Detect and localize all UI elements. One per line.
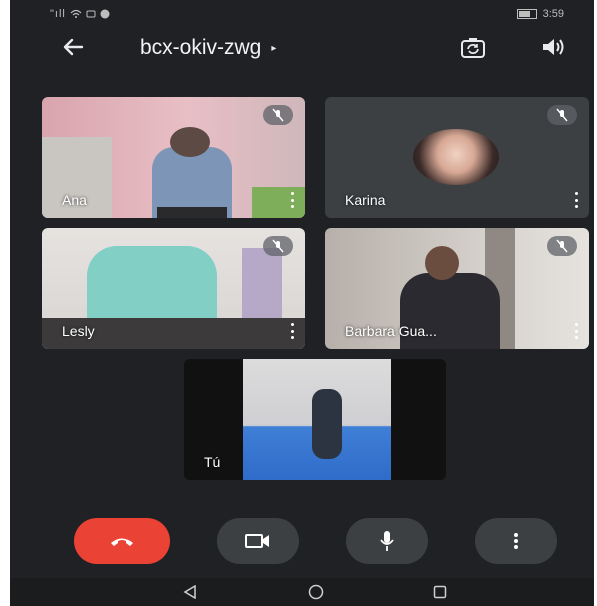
back-triangle-icon xyxy=(183,585,196,599)
mic-off-icon xyxy=(272,108,284,122)
wifi-icon xyxy=(70,9,82,18)
nav-back-button[interactable] xyxy=(180,584,200,600)
recents-square-icon xyxy=(433,585,447,599)
camera-switch-icon xyxy=(461,38,485,58)
status-icons-left: "ıll xyxy=(50,8,110,20)
meeting-code: bcx-okiv-zwg xyxy=(140,36,262,59)
camera-toggle-button[interactable] xyxy=(217,518,299,564)
microphone-toggle-button[interactable] xyxy=(346,518,428,564)
status-time: 3:59 xyxy=(542,8,564,20)
top-app-bar: bcx-okiv-zwg ▸ xyxy=(10,28,594,68)
muted-indicator xyxy=(547,236,577,256)
speaker-button[interactable] xyxy=(538,32,568,62)
mic-off-icon xyxy=(556,239,568,253)
notification-icon xyxy=(86,10,96,18)
avatar-karina xyxy=(413,129,499,185)
back-button[interactable] xyxy=(58,32,88,62)
home-circle-icon xyxy=(308,584,324,600)
arrow-left-icon xyxy=(63,38,84,56)
participant-name: Lesly xyxy=(62,323,95,339)
curtain-background xyxy=(242,248,282,328)
person-ana-shorts xyxy=(157,207,227,218)
mic-off-icon xyxy=(556,108,568,122)
call-controls xyxy=(10,518,594,578)
muted-indicator xyxy=(263,105,293,125)
microphone-icon xyxy=(380,531,394,551)
participant-tile-karina[interactable]: Karina xyxy=(325,97,589,218)
participant-name: Karina xyxy=(345,192,386,208)
participant-more-button[interactable] xyxy=(573,192,579,208)
nav-recents-button[interactable] xyxy=(430,584,450,600)
participant-more-button[interactable] xyxy=(289,323,295,339)
participant-more-button[interactable] xyxy=(573,323,579,339)
person-ana-head xyxy=(170,127,210,157)
meet-call-screen: "ıll 3:59 bcx-okiv-zwg ▸ Ana Karina Lesl… xyxy=(10,0,594,606)
muted-indicator xyxy=(547,105,577,125)
switch-camera-button[interactable] xyxy=(457,32,489,64)
muted-indicator xyxy=(263,236,293,256)
battery-icon xyxy=(516,9,537,19)
self-name: Tú xyxy=(204,454,221,470)
participant-name: Barbara Gua... xyxy=(345,323,437,339)
plant-background xyxy=(252,187,305,218)
facebook-icon xyxy=(100,9,110,19)
more-options-button[interactable] xyxy=(475,518,557,564)
video-camera-icon xyxy=(245,534,269,548)
system-navigation-bar xyxy=(10,578,594,606)
self-person xyxy=(312,389,342,459)
participant-more-button[interactable] xyxy=(289,192,295,208)
speaker-icon xyxy=(543,39,564,55)
end-call-button[interactable] xyxy=(74,518,170,564)
meeting-code-button[interactable]: bcx-okiv-zwg ▸ xyxy=(140,36,276,60)
more-vert-icon xyxy=(514,533,518,549)
participant-tile-lesly[interactable]: Lesly xyxy=(42,228,305,349)
participant-tile-ana[interactable]: Ana xyxy=(42,97,305,218)
caret-right-icon: ▸ xyxy=(271,42,277,54)
nav-home-button[interactable] xyxy=(306,584,326,600)
status-icons-right: 3:59 xyxy=(516,8,564,20)
self-view-tile[interactable]: Tú xyxy=(184,359,446,480)
end-call-icon xyxy=(111,538,133,546)
mic-off-icon xyxy=(272,239,284,253)
participant-name: Ana xyxy=(62,192,87,208)
signal-icon: "ıll xyxy=(50,8,66,20)
person-barbara-head xyxy=(425,246,459,280)
participant-tile-barbara[interactable]: Barbara Gua... xyxy=(325,228,589,349)
status-bar: "ıll 3:59 xyxy=(10,0,594,28)
